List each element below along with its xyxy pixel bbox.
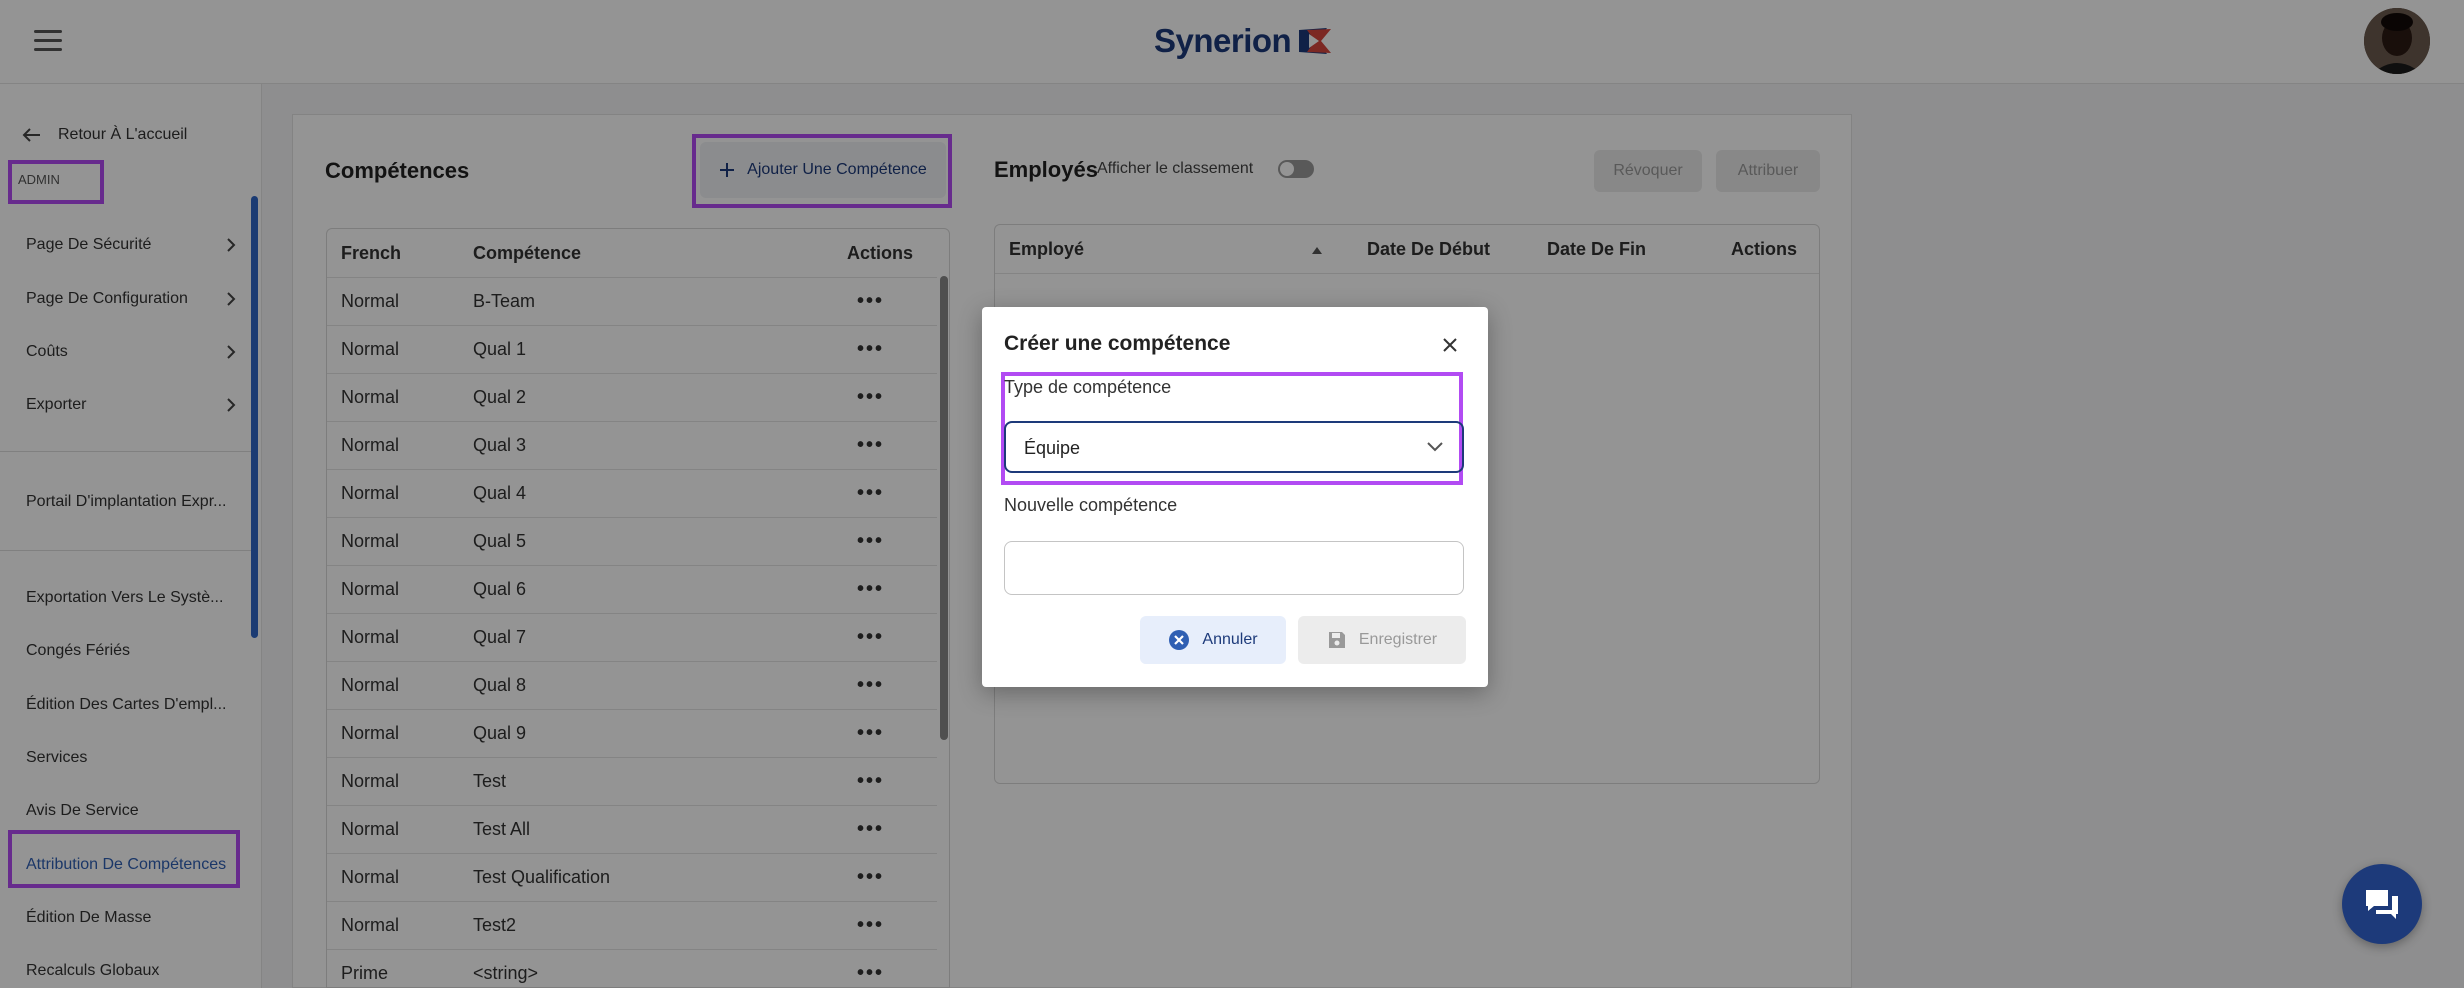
- cancel-circle-icon: [1169, 630, 1190, 650]
- cancel-button[interactable]: Annuler: [1140, 616, 1286, 664]
- cancel-label: Annuler: [1202, 631, 1258, 648]
- new-competence-input[interactable]: [1004, 541, 1464, 595]
- save-button[interactable]: Enregistrer: [1298, 616, 1466, 664]
- chevron-down-icon: [1427, 442, 1443, 452]
- chat-bubble-icon[interactable]: [2342, 864, 2422, 944]
- close-icon[interactable]: [1440, 335, 1460, 355]
- floppy-disk-icon: [1328, 632, 1345, 648]
- type-field-label: Type de compétence: [1004, 377, 1172, 397]
- dialog-title: Créer une compétence: [1004, 332, 1231, 355]
- create-competence-dialog: Créer une compétence Type de compétence …: [982, 307, 1488, 687]
- new-competence-label: Nouvelle compétence: [1004, 495, 1178, 515]
- competence-type-select[interactable]: Équipe: [1004, 421, 1464, 473]
- save-label: Enregistrer: [1358, 631, 1438, 648]
- select-value: Équipe: [1024, 438, 1081, 458]
